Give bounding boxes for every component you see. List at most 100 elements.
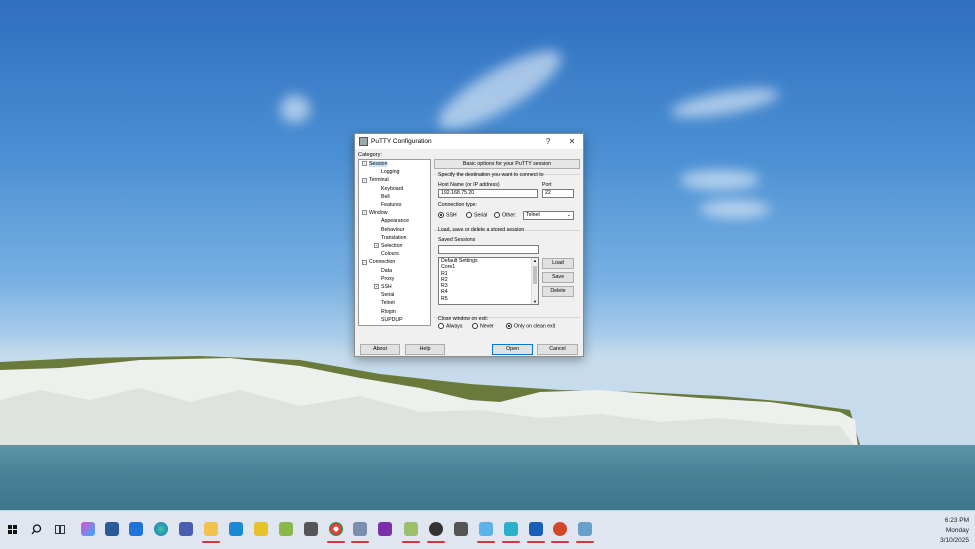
clock-day: Monday	[945, 527, 969, 534]
radio-ssh[interactable]: SSH	[438, 212, 457, 218]
load-button[interactable]: Load	[542, 258, 574, 269]
notes-icon[interactable]	[254, 522, 268, 536]
running-indicator	[327, 541, 345, 543]
delete-button[interactable]: Delete	[542, 286, 574, 297]
settings-icon[interactable]	[454, 522, 468, 536]
tree-item[interactable]: Appearance	[374, 218, 409, 225]
radio-other[interactable]: Other:	[494, 212, 516, 218]
cancel-button[interactable]: Cancel	[537, 344, 578, 355]
app-icon[interactable]	[279, 522, 293, 536]
tree-item[interactable]: Telnet	[374, 300, 395, 307]
list-item[interactable]: R5	[439, 296, 538, 302]
tree-item[interactable]: Keyboard	[374, 186, 403, 193]
help-icon[interactable]: ?	[541, 136, 555, 147]
tree-item[interactable]: Behaviour	[374, 227, 404, 234]
tree-item-label: Behaviour	[381, 226, 405, 233]
collapse-icon[interactable]: −	[362, 177, 367, 183]
radio-clean-exit[interactable]: Only on clean exit	[506, 323, 555, 329]
putty-taskbar-icon[interactable]	[353, 522, 367, 536]
tree-item[interactable]: Logging	[374, 169, 399, 176]
collapse-icon[interactable]: −	[362, 161, 367, 167]
open-button[interactable]: Open	[492, 344, 533, 355]
tree-item[interactable]: Rlogin	[374, 309, 396, 316]
file-explorer-icon[interactable]	[204, 522, 218, 536]
terminal-icon[interactable]	[304, 522, 318, 536]
cloud	[700, 200, 770, 218]
app-icon[interactable]	[578, 522, 592, 536]
running-indicator	[576, 541, 594, 543]
expand-icon[interactable]: +	[374, 243, 379, 249]
tree-item[interactable]: Bell	[374, 194, 390, 201]
close-window-label: Close window on exit:	[438, 316, 489, 322]
tree-item-label: SSH	[381, 284, 392, 290]
edge-icon[interactable]	[154, 522, 168, 536]
help-button[interactable]: Help	[405, 344, 445, 355]
radio-never[interactable]: Never	[472, 323, 494, 329]
tree-item[interactable]: Serial	[374, 292, 394, 299]
radio-always[interactable]: Always	[438, 323, 462, 329]
virtualbox-icon[interactable]	[179, 522, 193, 536]
host-input[interactable]: 192.168.75.20	[438, 189, 538, 198]
running-indicator	[351, 541, 369, 543]
close-icon[interactable]: ✕	[565, 136, 579, 147]
mail-icon[interactable]	[129, 522, 143, 536]
tree-item[interactable]: Proxy	[374, 276, 394, 283]
tree-item[interactable]: − Window	[362, 210, 387, 217]
tree-item[interactable]: Features	[374, 202, 401, 209]
expand-icon[interactable]: +	[374, 284, 379, 290]
category-tree[interactable]: − Session Logging − Terminal Keyboard Bell Feat…	[358, 159, 431, 326]
app-icon[interactable]	[404, 522, 418, 536]
radio-ssh-label: SSH	[446, 212, 457, 219]
onenote-icon[interactable]	[378, 522, 392, 536]
running-indicator	[202, 541, 220, 543]
save-button[interactable]: Save	[542, 272, 574, 283]
tree-item-label: Data	[381, 267, 392, 274]
tree-item-label: Selection	[381, 243, 403, 249]
connection-type-label: Connection type:	[438, 202, 477, 208]
app-icon[interactable]	[429, 522, 443, 536]
system-clock[interactable]: 6:23 PM Monday 3/10/2025	[940, 516, 969, 546]
saved-sessions-input[interactable]	[438, 245, 539, 254]
cloud	[680, 170, 760, 190]
sessions-scrollbar[interactable]: ▲ ▼	[531, 258, 538, 304]
scroll-up-icon[interactable]: ▲	[532, 258, 538, 263]
other-protocol-select[interactable]: Telnet ⌄	[523, 211, 574, 220]
collapse-icon[interactable]: −	[362, 259, 367, 265]
windows-start-icon[interactable]	[8, 525, 17, 534]
scroll-thumb[interactable]	[533, 266, 537, 284]
radio-serial[interactable]: Serial	[466, 212, 487, 218]
vscode-icon[interactable]	[229, 522, 243, 536]
tree-item[interactable]: − Connection	[362, 259, 395, 266]
running-indicator	[402, 541, 420, 543]
category-label: Category:	[358, 152, 382, 158]
outlook-icon[interactable]	[529, 522, 543, 536]
tree-item[interactable]: − Terminal	[362, 177, 389, 184]
copilot-icon[interactable]	[81, 522, 95, 536]
tree-item-label: Colours	[381, 251, 399, 258]
collapse-icon[interactable]: −	[362, 210, 367, 216]
sessions-listbox[interactable]: Default Settings Core1 R1 R2 R3 R4 R5 ▲ ▼	[438, 257, 539, 305]
store-icon[interactable]	[105, 522, 119, 536]
tree-item[interactable]: Translation	[374, 235, 406, 242]
tree-item-label: Bell	[381, 193, 390, 200]
tree-item[interactable]: Data	[374, 268, 392, 275]
title-bar[interactable]: PuTTY Configuration ? ✕	[355, 134, 583, 149]
tree-item[interactable]: − Session	[362, 161, 388, 168]
tree-item[interactable]: SUPDUP	[374, 317, 403, 324]
about-button[interactable]: About	[360, 344, 400, 355]
powerpoint-icon[interactable]	[553, 522, 567, 536]
tree-item[interactable]: + Selection	[374, 243, 402, 250]
tree-item-label: SUPDUP	[381, 316, 403, 323]
clock-date: 3/10/2025	[940, 537, 969, 544]
port-input[interactable]: 22	[542, 189, 574, 198]
task-view-icon[interactable]	[55, 525, 65, 534]
app-icon[interactable]	[479, 522, 493, 536]
tree-item[interactable]: + SSH	[374, 284, 392, 291]
app-icon[interactable]	[504, 522, 518, 536]
tree-item[interactable]: Colours	[374, 251, 399, 258]
chrome-icon[interactable]	[329, 522, 343, 536]
search-icon[interactable]	[31, 524, 42, 535]
tree-item-label: Translation	[381, 234, 407, 241]
scroll-down-icon[interactable]: ▼	[532, 299, 538, 304]
panel-header: Basic options for your PuTTY session	[434, 159, 580, 169]
